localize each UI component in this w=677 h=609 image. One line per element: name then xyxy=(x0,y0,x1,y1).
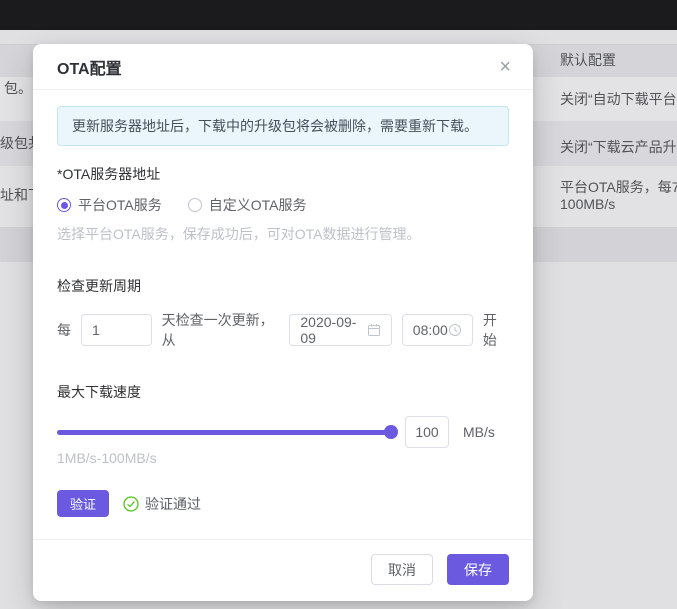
cancel-button[interactable]: 取消 xyxy=(371,554,433,585)
verify-button[interactable]: 验证 xyxy=(57,490,109,517)
calendar-icon xyxy=(367,323,381,337)
verify-status: 验证通过 xyxy=(123,494,201,514)
dialog-body: 更新服务器地址后，下载中的升级包将会被删除，需要重新下载。 *OTA服务器地址 … xyxy=(33,90,533,517)
period-suffix: 开始 xyxy=(483,310,509,350)
radio-custom-label: 自定义OTA服务 xyxy=(209,195,307,215)
close-icon[interactable]: × xyxy=(495,55,515,79)
max-speed-title: 最大下载速度 xyxy=(57,382,509,402)
period-middle: 天检查一次更新，从 xyxy=(162,310,280,350)
ota-config-dialog: OTA配置 × 更新服务器地址后，下载中的升级包将会被删除，需要重新下载。 *O… xyxy=(33,44,533,601)
screen: 包。 级包共 址和下 默认配置 关闭“自动下载平台升 关闭“下载云产品升级 平台… xyxy=(0,0,677,609)
clock-icon xyxy=(448,323,462,337)
period-prefix: 每 xyxy=(57,320,71,340)
server-hint: 选择平台OTA服务，保存成功后，可对OTA数据进行管理。 xyxy=(57,224,509,244)
dialog-header: OTA配置 × xyxy=(33,44,533,90)
slider-fill xyxy=(57,430,391,435)
server-type-radio-group: 平台OTA服务 自定义OTA服务 xyxy=(57,195,509,215)
radio-unselected-icon xyxy=(188,198,202,212)
save-button[interactable]: 保存 xyxy=(447,554,509,585)
speed-slider[interactable] xyxy=(57,416,391,448)
date-value: 2020-09-09 xyxy=(300,314,366,346)
radio-platform-label: 平台OTA服务 xyxy=(78,195,162,215)
days-input[interactable]: 1 xyxy=(81,314,152,346)
server-address-label: *OTA服务器地址 xyxy=(57,164,509,184)
dialog-footer: 取消 保存 xyxy=(33,539,533,601)
check-period-title: 检查更新周期 xyxy=(57,276,509,296)
time-picker[interactable]: 08:00 xyxy=(402,314,473,346)
verify-row: 验证 验证通过 xyxy=(57,490,509,517)
top-bar xyxy=(0,0,677,30)
dialog-title: OTA配置 xyxy=(57,55,122,79)
speed-unit: MB/s xyxy=(463,424,495,440)
info-alert: 更新服务器地址后，下载中的升级包将会被删除，需要重新下载。 xyxy=(57,106,509,146)
speed-input[interactable]: 100 xyxy=(405,416,449,448)
check-circle-icon xyxy=(123,496,139,512)
slider-track[interactable] xyxy=(57,430,391,435)
speed-range-hint: 1MB/s-100MB/s xyxy=(57,450,509,466)
max-speed-row: 100 MB/s xyxy=(57,416,509,448)
radio-platform-ota[interactable]: 平台OTA服务 xyxy=(57,195,162,215)
verify-status-text: 验证通过 xyxy=(145,494,201,514)
radio-custom-ota[interactable]: 自定义OTA服务 xyxy=(188,195,307,215)
slider-handle[interactable] xyxy=(384,425,398,439)
date-picker[interactable]: 2020-09-09 xyxy=(289,314,391,346)
check-period-row: 每 1 天检查一次更新，从 2020-09-09 08:0 xyxy=(57,310,509,350)
time-value: 08:00 xyxy=(413,322,448,338)
radio-selected-icon xyxy=(57,198,71,212)
